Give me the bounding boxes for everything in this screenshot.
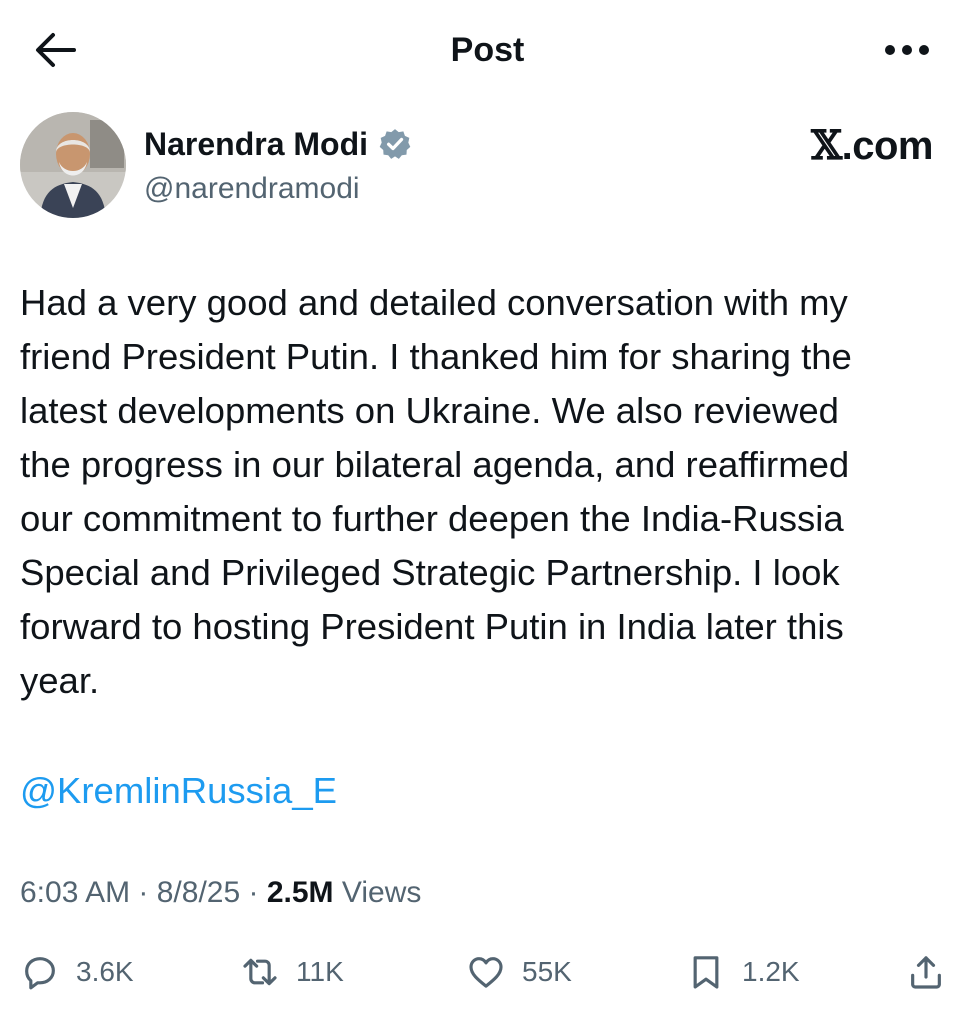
avatar[interactable] — [20, 112, 126, 218]
repost-button[interactable]: 11K — [240, 940, 344, 1004]
bookmark-icon — [693, 956, 719, 989]
watermark-suffix: .com — [841, 124, 934, 168]
action-bar: 3.6K 11K 55K 1.2K — [0, 940, 975, 1004]
views-count: 2.5M — [266, 876, 334, 909]
meta-separator: · — [130, 876, 157, 909]
top-bar: Post — [0, 0, 975, 100]
heart-icon — [469, 957, 503, 988]
reply-count: 3.6K — [76, 956, 134, 987]
like-count: 55K — [522, 956, 572, 987]
x-com-watermark: 𝕏.com — [811, 122, 933, 170]
author-handle[interactable]: @narendramodi — [144, 170, 360, 208]
post-meta: 6:03 AM · 8/8/25 · 2.5M Views — [20, 870, 421, 916]
author-name[interactable]: Narendra Modi — [144, 124, 412, 164]
mention-link[interactable]: @KremlinRussia_E — [20, 764, 337, 818]
meta-separator: · — [240, 876, 267, 909]
share-button[interactable] — [906, 940, 946, 1004]
author-name-text: Narendra Modi — [144, 126, 369, 162]
more-horizontal-icon — [885, 45, 929, 55]
post-date[interactable]: 8/8/25 — [157, 876, 240, 909]
author-portrait-image — [20, 112, 126, 218]
page-title: Post — [450, 31, 525, 69]
post-text: Had a very good and detailed conversatio… — [20, 282, 852, 701]
like-button[interactable]: 55K — [466, 940, 572, 1004]
bookmark-count: 1.2K — [742, 956, 800, 987]
share-icon — [911, 956, 941, 989]
reply-icon — [25, 957, 55, 990]
more-options-button[interactable] — [879, 28, 935, 72]
repost-icon — [243, 958, 277, 986]
repost-count: 11K — [296, 956, 344, 987]
x-logo-icon: 𝕏 — [811, 122, 842, 169]
verified-badge-icon — [379, 129, 411, 159]
reply-button[interactable]: 3.6K — [20, 940, 134, 1004]
bookmark-button[interactable]: 1.2K — [686, 940, 800, 1004]
views-label: Views — [341, 876, 422, 909]
post-time[interactable]: 6:03 AM — [20, 876, 130, 909]
